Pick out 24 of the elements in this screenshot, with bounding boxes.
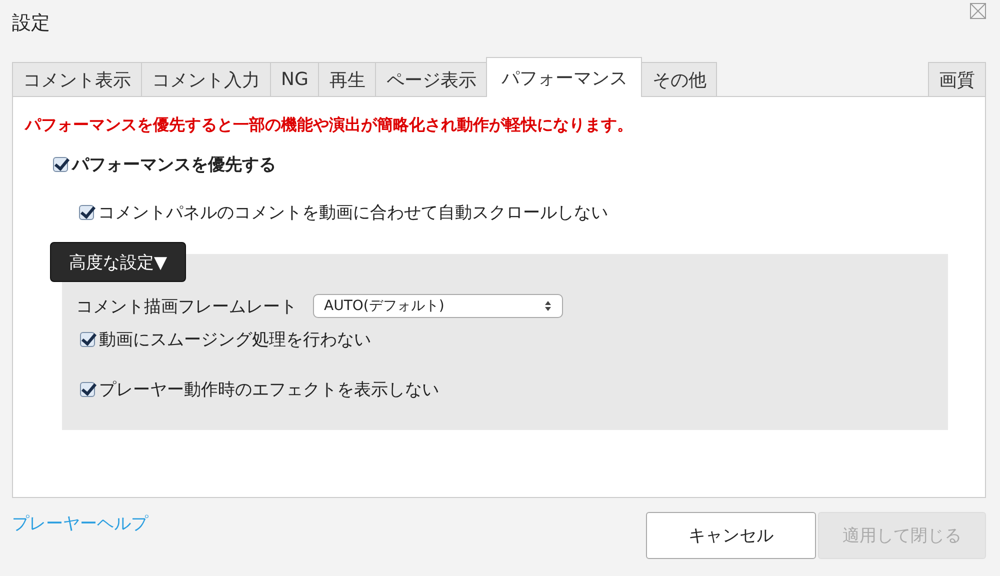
frame-rate-dropdown[interactable]: AUTO(デフォルト) bbox=[313, 294, 563, 318]
updown-arrows-icon bbox=[544, 300, 552, 312]
option-label: プレーヤー動作時のエフェクトを表示しない bbox=[99, 379, 439, 401]
tab[interactable]: その他 bbox=[641, 62, 718, 96]
checkbox[interactable] bbox=[80, 332, 95, 347]
tab[interactable]: パフォーマンス bbox=[486, 57, 642, 97]
option-label: 動画にスムージング処理を行わない bbox=[99, 329, 371, 351]
notice-text: パフォーマンスを優先すると一部の機能や演出が簡略化され動作が軽快になります。 bbox=[25, 115, 634, 136]
option-label: コメント描画フレームレート bbox=[76, 296, 297, 318]
option-label: コメントパネルのコメントを動画に合わせて自動スクロールしない bbox=[98, 202, 608, 224]
checkbox[interactable] bbox=[80, 382, 95, 397]
advanced-settings-button[interactable]: 高度な設定▼ bbox=[50, 242, 186, 282]
dialog-button[interactable]: キャンセル bbox=[646, 512, 816, 559]
tab[interactable]: コメント入力 bbox=[141, 62, 271, 96]
tab[interactable]: NG bbox=[270, 62, 320, 96]
tab[interactable]: ページ表示 bbox=[375, 62, 488, 96]
tab[interactable]: 再生 bbox=[318, 62, 376, 96]
option-label: パフォーマンスを優先する bbox=[72, 154, 276, 176]
tab[interactable]: 画質 bbox=[928, 62, 986, 96]
tab[interactable]: コメント表示 bbox=[12, 62, 142, 96]
close-icon[interactable] bbox=[970, 3, 986, 19]
window-title: 設定 bbox=[12, 11, 50, 36]
checkbox[interactable] bbox=[53, 157, 68, 172]
checkbox[interactable] bbox=[79, 205, 94, 220]
